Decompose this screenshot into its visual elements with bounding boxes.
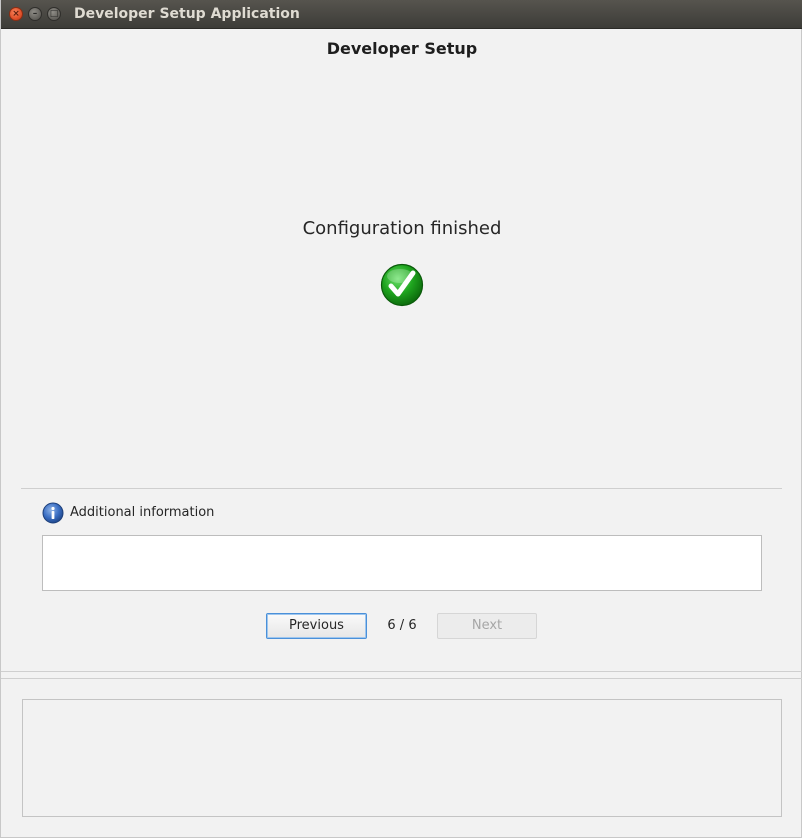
minimize-window-button[interactable]: –: [28, 7, 42, 21]
info-icon: [42, 502, 64, 524]
window-title: Developer Setup Application: [74, 6, 300, 22]
next-button[interactable]: Next: [437, 613, 537, 639]
minimize-icon: –: [32, 9, 38, 19]
maximize-window-button[interactable]: □: [47, 7, 61, 21]
maximize-icon: □: [49, 9, 59, 19]
check-icon: [380, 263, 424, 307]
status-message: Configuration finished: [302, 218, 502, 239]
divider: [1, 671, 802, 672]
previous-button[interactable]: Previous: [266, 613, 367, 639]
title-bar: × – □ Developer Setup Application: [1, 0, 802, 29]
log-panel[interactable]: [22, 699, 782, 817]
divider: [1, 678, 802, 679]
app-window: × – □ Developer Setup Application Develo…: [0, 0, 802, 838]
additional-info-textbox[interactable]: [42, 535, 762, 591]
page-title: Developer Setup: [326, 39, 478, 58]
close-icon: ×: [12, 9, 20, 19]
page-indicator: 6 / 6: [387, 618, 417, 633]
additional-info-label: Additional information: [70, 505, 215, 520]
divider: [21, 488, 782, 489]
close-window-button[interactable]: ×: [9, 7, 23, 21]
